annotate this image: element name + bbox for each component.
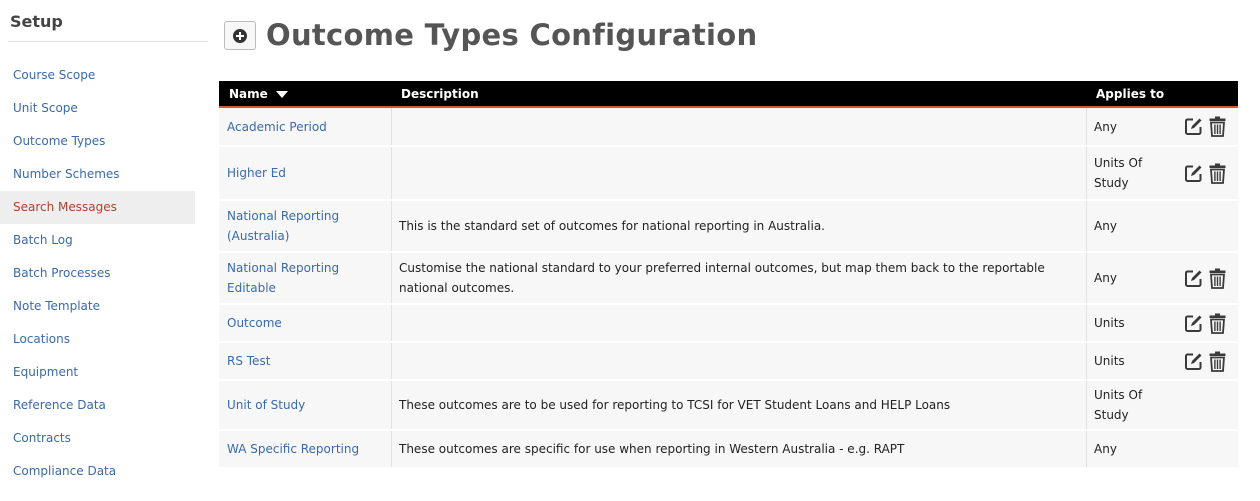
row-name-link[interactable]: Academic Period: [219, 108, 392, 145]
row-actions: [1175, 253, 1238, 303]
row-actions: [1175, 305, 1238, 341]
sidebar-item-compliance-data[interactable]: Compliance Data: [0, 455, 195, 488]
sort-down-icon: [275, 91, 288, 98]
row-name-link[interactable]: National Reporting Editable: [219, 253, 392, 303]
trash-icon[interactable]: [1207, 116, 1227, 138]
row-description: These outcomes are to be used for report…: [392, 381, 1087, 429]
row-applies-to: Units Of Study: [1094, 156, 1143, 190]
column-header-name-label: Name: [229, 87, 268, 101]
sidebar-item-note-template[interactable]: Note Template: [0, 290, 195, 323]
row-applies-to: Any: [1094, 219, 1117, 233]
row-description: This is the standard set of outcomes for…: [392, 201, 1087, 251]
sidebar-item-number-schemes[interactable]: Number Schemes: [0, 158, 195, 191]
row-applies-to: Units: [1094, 316, 1125, 330]
trash-icon[interactable]: [1207, 267, 1227, 289]
row-description: These outcomes are specific for use when…: [392, 431, 1087, 467]
column-header-description[interactable]: Description: [401, 81, 479, 107]
trash-icon[interactable]: [1207, 312, 1227, 334]
row-name-link[interactable]: Unit of Study: [219, 381, 392, 429]
column-header-applies-to[interactable]: Applies to: [1096, 81, 1164, 107]
table-row[interactable]: National Reporting Editable Customise the…: [219, 253, 1238, 305]
edit-icon[interactable]: [1183, 267, 1203, 289]
column-header-name[interactable]: Name: [229, 81, 288, 107]
row-name-link[interactable]: WA Specific Reporting: [219, 431, 392, 467]
sidebar-item-outcome-types[interactable]: Outcome Types: [0, 125, 195, 158]
plus-circle-icon: [233, 28, 247, 43]
edit-icon[interactable]: [1183, 116, 1203, 138]
table-row[interactable]: Unit of Study These outcomes are to be us…: [219, 381, 1238, 431]
sidebar-title: Setup: [10, 12, 63, 31]
edit-icon[interactable]: [1183, 162, 1203, 184]
sidebar-list: Course Scope Unit Scope Outcome Types Numbe…: [0, 59, 195, 488]
row-description: [392, 343, 1087, 379]
row-description: [392, 147, 1087, 199]
table-row[interactable]: RS Test Units: [219, 343, 1238, 381]
row-description: Customise the national standard to your …: [392, 253, 1087, 303]
sidebar-item-search-messages[interactable]: Search Messages: [0, 191, 195, 224]
row-actions: [1175, 431, 1238, 467]
table-header: Name Description Applies to: [219, 81, 1238, 108]
edit-icon[interactable]: [1183, 350, 1203, 372]
table-row[interactable]: National Reporting (Australia) This is th…: [219, 201, 1238, 253]
row-name-link[interactable]: Outcome: [219, 305, 392, 341]
row-description: [392, 108, 1087, 145]
sidebar-item-locations[interactable]: Locations: [0, 323, 195, 356]
trash-icon[interactable]: [1207, 350, 1227, 372]
add-outcome-type-button[interactable]: [224, 21, 256, 50]
row-applies-to: Units Of Study: [1094, 388, 1143, 422]
sidebar-divider: [8, 41, 208, 42]
row-applies-to: Units: [1094, 354, 1125, 368]
table-row[interactable]: Outcome Units: [219, 305, 1238, 343]
sidebar: Setup Course Scope Unit Scope Outcome Type…: [0, 0, 208, 501]
row-actions: [1175, 147, 1238, 199]
table-row[interactable]: WA Specific Reporting These outcomes are …: [219, 431, 1238, 469]
sidebar-item-contracts[interactable]: Contracts: [0, 422, 195, 455]
row-name-link[interactable]: RS Test: [219, 343, 392, 379]
row-actions: [1175, 108, 1238, 145]
sidebar-item-reference-data[interactable]: Reference Data: [0, 389, 195, 422]
table-row[interactable]: Academic Period Any: [219, 108, 1238, 147]
row-name-link[interactable]: Higher Ed: [219, 147, 392, 199]
sidebar-item-unit-scope[interactable]: Unit Scope: [0, 92, 195, 125]
table-body: Academic Period Any Higher Ed Units Of Stud…: [219, 108, 1238, 469]
row-actions: [1175, 343, 1238, 379]
row-applies-to: Any: [1094, 442, 1117, 456]
sidebar-item-equipment[interactable]: Equipment: [0, 356, 195, 389]
page-title: Outcome Types Configuration: [266, 18, 758, 52]
row-applies-to: Any: [1094, 119, 1117, 134]
row-description: [392, 305, 1087, 341]
sidebar-item-course-scope[interactable]: Course Scope: [0, 59, 195, 92]
sidebar-item-batch-log[interactable]: Batch Log: [0, 224, 195, 257]
outcome-types-table: Name Description Applies to Academic Per…: [219, 81, 1238, 469]
edit-icon[interactable]: [1183, 312, 1203, 334]
row-actions: [1175, 201, 1238, 251]
row-actions: [1175, 381, 1238, 429]
row-applies-to: Any: [1094, 271, 1117, 285]
row-name-link[interactable]: National Reporting (Australia): [219, 201, 392, 251]
trash-icon[interactable]: [1207, 162, 1227, 184]
sidebar-item-batch-processes[interactable]: Batch Processes: [0, 257, 195, 290]
table-row[interactable]: Higher Ed Units Of Study: [219, 147, 1238, 201]
